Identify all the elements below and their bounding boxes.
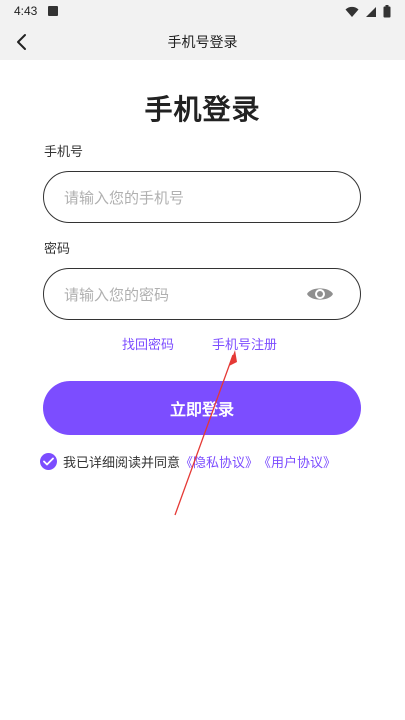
password-input-box	[43, 268, 361, 321]
privacy-policy-link[interactable]: 《隐私协议》	[180, 452, 258, 471]
notification-icon	[48, 6, 58, 16]
page-title: 手机登录	[144, 93, 261, 126]
status-time: 4:43	[14, 4, 38, 18]
status-bar: 4:43	[0, 0, 405, 24]
check-icon	[43, 457, 54, 466]
login-button[interactable]: 立即登录	[43, 381, 361, 435]
eye-icon[interactable]	[306, 284, 334, 304]
signal-icon	[366, 6, 376, 17]
app-bar-title: 手机号登录	[167, 35, 238, 51]
forgot-password-link[interactable]: 找回密码	[122, 334, 174, 353]
register-link[interactable]: 手机号注册	[212, 334, 277, 353]
password-input[interactable]	[62, 269, 296, 321]
phone-input[interactable]	[62, 172, 296, 224]
status-icons	[345, 5, 391, 18]
agreement-checkbox[interactable]	[40, 453, 57, 470]
app-bar: 手机号登录	[0, 24, 405, 60]
phone-label: 手机号	[44, 145, 84, 160]
user-agreement-link[interactable]: 《用户协议》	[258, 452, 336, 471]
agreement-text: 我已详细阅读并同意	[63, 456, 181, 471]
phone-input-box	[43, 171, 361, 224]
battery-icon	[383, 5, 391, 18]
password-label: 密码	[44, 242, 71, 257]
agreement-row: 我已详细阅读并同意 《隐私协议》 《用户协议》	[40, 452, 336, 471]
wifi-icon	[345, 6, 359, 17]
